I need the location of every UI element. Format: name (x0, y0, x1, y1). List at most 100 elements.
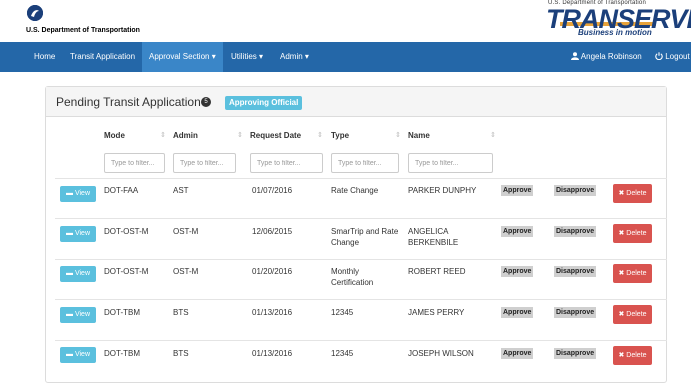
cell-mode: DOT-FAA (104, 186, 139, 195)
delete-button[interactable]: ✖ Delete (613, 224, 652, 243)
disapprove-button[interactable]: Disapprove (554, 348, 597, 359)
view-label: View (74, 190, 90, 197)
nav-transit-application[interactable]: Transit Application (70, 42, 135, 72)
cell-type: 12345 (331, 308, 354, 317)
view-label: View (74, 270, 90, 277)
disapprove-button[interactable]: Disapprove (554, 226, 597, 237)
admin-filter-input[interactable] (173, 153, 236, 173)
folder-icon: ▬ (66, 351, 73, 358)
approve-button[interactable]: Approve (501, 226, 534, 237)
folder-icon: ▬ (66, 311, 73, 318)
delete-button[interactable]: ✖ Delete (613, 264, 652, 283)
nav-utilities[interactable]: Utilities ▾ (231, 42, 263, 72)
view-label: View (74, 351, 90, 358)
approve-button[interactable]: Approve (501, 185, 534, 196)
row-divider (55, 218, 667, 219)
folder-icon: ▬ (66, 270, 73, 277)
delete-label: Delete (626, 230, 647, 237)
view-button[interactable]: ▬ View (60, 266, 96, 282)
delete-x-icon: ✖ (618, 352, 625, 359)
view-button[interactable]: ▬ View (60, 347, 96, 363)
user-name: Angela Robinson (580, 52, 642, 61)
folder-icon: ▬ (66, 190, 73, 197)
col-header-request-date[interactable]: Request Date (250, 131, 301, 140)
col-header-type[interactable]: Type (331, 131, 349, 140)
main-nav: Home Transit Application Approval Sectio… (0, 42, 691, 72)
row-divider (55, 299, 667, 300)
cell-admin: AST (173, 186, 189, 195)
date-filter-input[interactable] (250, 153, 323, 173)
panel-title: Pending Transit Application (56, 95, 201, 109)
panel-header: Pending Transit Application 5 Approving … (46, 87, 666, 117)
delete-label: Delete (626, 190, 647, 197)
col-header-admin[interactable]: Admin (173, 131, 198, 140)
name-filter-input[interactable] (408, 153, 493, 173)
approve-button[interactable]: Approve (501, 266, 534, 277)
dot-logo-icon (27, 5, 43, 21)
agency-name: U.S. Department of Transportation (26, 27, 140, 34)
cell-name: JOSEPH WILSON (408, 349, 474, 358)
mode-filter-input[interactable] (104, 153, 165, 173)
cell-date: 01/07/2016 (252, 186, 293, 195)
delete-button[interactable]: ✖ Delete (613, 184, 652, 203)
cell-mode: DOT-OST-M (104, 267, 149, 276)
delete-label: Delete (626, 270, 647, 277)
delete-label: Delete (626, 311, 647, 318)
nav-approval-section[interactable]: Approval Section ▾ (142, 42, 223, 72)
cell-date: 12/06/2015 (252, 227, 293, 236)
nav-admin[interactable]: Admin ▾ (280, 42, 309, 72)
cell-name: PARKER DUNPHY (408, 186, 477, 195)
sort-icon[interactable]: ⇕ (160, 131, 166, 139)
delete-label: Delete (626, 352, 647, 359)
sort-icon[interactable]: ⇕ (490, 131, 496, 139)
cell-mode: DOT-TBM (104, 349, 140, 358)
cell-admin: OST-M (173, 227, 199, 236)
cell-name: JAMES PERRY (408, 308, 465, 317)
cell-name: ANGELICA BERKENBILE (408, 227, 459, 247)
user-icon (571, 52, 579, 60)
cell-date: 01/13/2016 (252, 349, 293, 358)
sort-icon[interactable]: ⇕ (395, 131, 401, 139)
cell-date: 01/20/2016 (252, 267, 293, 276)
cell-mode: DOT-TBM (104, 308, 140, 317)
cell-mode: DOT-OST-M (104, 227, 149, 236)
view-label: View (74, 230, 90, 237)
sort-icon[interactable]: ⇕ (317, 131, 323, 139)
type-filter-input[interactable] (331, 153, 399, 173)
cell-name: ROBERT REED (408, 267, 466, 276)
power-icon (655, 52, 663, 61)
view-label: View (74, 311, 90, 318)
cell-type: SmarTrip and Rate Change (331, 227, 399, 247)
cell-admin: OST-M (173, 267, 199, 276)
row-divider (55, 340, 667, 341)
col-header-name[interactable]: Name (408, 131, 430, 140)
approve-button[interactable]: Approve (501, 348, 534, 359)
row-divider (55, 178, 667, 179)
cell-admin: BTS (173, 349, 189, 358)
sort-icon[interactable]: ⇕ (237, 131, 243, 139)
folder-icon: ▬ (66, 230, 73, 237)
cell-type: 12345 (331, 349, 354, 358)
disapprove-button[interactable]: Disapprove (554, 185, 597, 196)
view-button[interactable]: ▬ View (60, 307, 96, 323)
cell-type: Rate Change (331, 186, 379, 195)
delete-x-icon: ✖ (618, 311, 625, 318)
delete-button[interactable]: ✖ Delete (613, 346, 652, 365)
count-badge: 5 (201, 97, 211, 107)
brand-tagline: Business in motion (578, 28, 652, 37)
nav-home[interactable]: Home (34, 42, 55, 72)
disapprove-button[interactable]: Disapprove (554, 266, 597, 277)
view-button[interactable]: ▬ View (60, 226, 96, 242)
delete-button[interactable]: ✖ Delete (613, 305, 652, 324)
cell-admin: BTS (173, 308, 189, 317)
disapprove-button[interactable]: Disapprove (554, 307, 597, 318)
delete-x-icon: ✖ (618, 190, 625, 197)
view-button[interactable]: ▬ View (60, 186, 96, 202)
user-menu[interactable]: Angela Robinson (571, 42, 642, 72)
row-divider (55, 259, 667, 260)
logout-link[interactable]: Logout (655, 42, 690, 72)
approve-button[interactable]: Approve (501, 307, 534, 318)
logout-label: Logout (665, 52, 690, 61)
col-header-mode[interactable]: Mode (104, 131, 125, 140)
site-header: U.S. Department of Transportation U.S. D… (0, 0, 691, 42)
